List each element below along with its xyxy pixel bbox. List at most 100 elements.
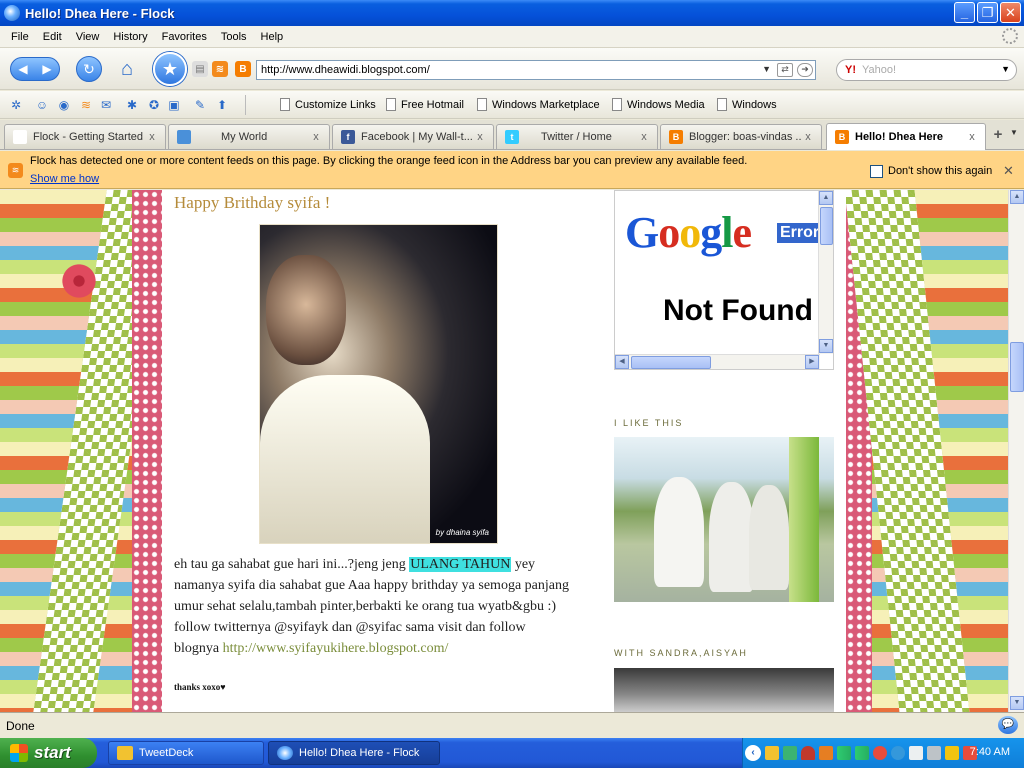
embedded-frame: Google Error Not Found ▲ ▼ ◀ ▶ [614,190,834,370]
tab-hello-dhea-here[interactable]: B Hello! Dhea Here x [826,123,986,150]
scroll-down-icon[interactable]: ▼ [819,339,833,353]
tray-globe-icon[interactable] [891,746,905,760]
bookmark-windows[interactable]: Windows [717,98,777,111]
tray-shield-icon[interactable] [801,746,815,760]
tray-bluetooth-icon[interactable] [819,746,833,760]
people-icon[interactable]: ☺ [34,97,50,113]
address-bar[interactable]: http://www.dheawidi.blogspot.com/ ▼ ⇄ ➜ [256,60,816,80]
blogger-icon[interactable]: B [235,61,251,77]
photo-pillar [789,437,819,602]
tab-close-icon[interactable]: x [473,131,487,143]
frame-hscroll-thumb[interactable] [631,356,711,369]
tab-my-world[interactable]: My World x [168,124,330,149]
mail-icon[interactable]: ✉ [98,97,114,113]
scroll-left-icon[interactable]: ◀ [615,355,629,369]
menu-help[interactable]: Help [254,31,291,43]
dont-show-checkbox[interactable] [870,165,883,178]
tab-close-icon[interactable]: x [637,131,651,143]
pin-icon[interactable]: ✪ [146,97,162,113]
bookmark-customize-links[interactable]: Customize Links [280,98,376,111]
dont-show-label[interactable]: Don't show this again [888,165,992,177]
tab-blogger[interactable]: B Blogger: boas-vindas ... x [660,124,822,149]
tray-signal2-icon[interactable] [855,746,869,760]
close-button[interactable]: ✕ [1000,2,1021,23]
tray-signal-icon[interactable] [837,746,851,760]
menu-favorites[interactable]: Favorites [155,31,214,43]
sidebar-photo-friends [614,437,834,602]
tray-disconnected-icon[interactable] [927,746,941,760]
tab-close-icon[interactable]: x [309,131,323,143]
search-box[interactable]: Y! Yahoo! ▼ [836,59,1017,81]
menu-edit[interactable]: Edit [36,31,69,43]
blog-link[interactable]: http://www.syifayukihere.blogspot.com/ [223,641,449,656]
highlighted-text: ULANG TAHUN [409,557,512,572]
tray-network-icon[interactable] [783,746,797,760]
page-vscroll-thumb[interactable] [1010,342,1024,392]
star-sparkle-icon[interactable]: ✱ [124,97,140,113]
feeds-icon[interactable]: ≋ [78,97,94,113]
chat-bubble-icon[interactable]: 💬 [998,716,1018,734]
go-arrow-icon[interactable]: ➜ [797,63,813,77]
tab-flock-getting-started[interactable]: Flock - Getting Started x [4,124,166,149]
reload-button[interactable]: ↻ [76,56,102,82]
clipboard-icon[interactable]: ▤ [192,61,208,77]
taskbar-item-flock[interactable]: Hello! Dhea Here - Flock [268,741,440,765]
search-placeholder[interactable]: Yahoo! [862,64,896,76]
back-forward-button[interactable]: ◀ ▶ [10,57,60,81]
tray-expand-icon[interactable]: ‹ [745,745,761,761]
feed-message: Flock has detected one or more content f… [30,155,748,167]
blog-page: Happy Brithday syifa ! by dhaina syifa e… [162,190,846,712]
bookmark-windows-media[interactable]: Windows Media [612,98,705,111]
tab-facebook[interactable]: f Facebook | My Wall-t... x [332,124,494,149]
menu-view[interactable]: View [69,31,107,43]
favorites-star-button[interactable]: ★ [153,52,187,86]
start-button[interactable]: start [0,738,97,768]
flock-gear-icon[interactable]: ✲ [8,97,24,113]
menu-tools[interactable]: Tools [214,31,254,43]
tray-antivirus-icon[interactable] [873,746,887,760]
feed-icon[interactable]: ≋ [212,61,228,77]
tray-people-icon[interactable] [909,746,923,760]
new-tab-plus-icon[interactable]: + [990,126,1006,146]
home-button[interactable]: ⌂ [114,56,140,82]
media-icon[interactable]: ◉ [56,97,72,113]
notification-close-icon[interactable]: ✕ [1003,163,1014,179]
web-content: Happy Brithday syifa ! by dhaina syifa e… [0,190,1008,712]
tab-close-icon[interactable]: x [965,131,979,143]
tab-list-dropdown-icon[interactable]: ▼ [1010,128,1018,137]
bookmark-free-hotmail[interactable]: Free Hotmail [386,98,464,111]
tray-clock[interactable]: 7:40 AM [970,746,1010,758]
address-dropdown-icon[interactable]: ▼ [762,64,771,74]
back-arrow-icon[interactable]: ◀ [18,62,27,76]
page-scroll-down-icon[interactable]: ▼ [1010,696,1024,710]
minimize-button[interactable]: _ [954,2,975,23]
forward-arrow-icon[interactable]: ▶ [42,62,51,76]
tab-twitter[interactable]: t Twitter / Home x [496,124,658,149]
post-photo: by dhaina syifa [259,224,498,544]
page-scroll-up-icon[interactable]: ▲ [1010,190,1024,204]
page-icon [477,98,487,111]
url-text[interactable]: http://www.dheawidi.blogspot.com/ [261,64,430,76]
scroll-right-icon[interactable]: ▶ [805,355,819,369]
menu-file[interactable]: File [4,31,36,43]
tab-close-icon[interactable]: x [145,131,159,143]
scroll-up-icon[interactable]: ▲ [819,191,833,205]
upload-icon[interactable]: ⬆ [214,97,230,113]
clipboard-small-icon[interactable]: ▣ [166,97,182,113]
frame-vertical-scrollbar[interactable]: ▲ ▼ [818,191,833,354]
search-dropdown-icon[interactable]: ▼ [1001,64,1010,74]
show-me-how-link[interactable]: Show me how [30,173,99,185]
frame-horizontal-scrollbar[interactable]: ◀ ▶ [615,354,820,369]
post-title[interactable]: Happy Brithday syifa ! [174,193,330,213]
rss-go-icon[interactable]: ⇄ [777,63,793,77]
blog-pen-icon[interactable]: ✎ [192,97,208,113]
tab-close-icon[interactable]: x [801,131,815,143]
taskbar-item-tweetdeck[interactable]: TweetDeck [108,741,264,765]
tray-folder-icon[interactable] [765,746,779,760]
page-vertical-scrollbar[interactable]: ▲ ▼ [1008,190,1024,712]
bookmark-windows-marketplace[interactable]: Windows Marketplace [477,98,600,111]
frame-vscroll-thumb[interactable] [820,207,833,245]
maximize-button[interactable]: ❐ [977,2,998,23]
tray-volume-icon[interactable] [945,746,959,760]
menu-history[interactable]: History [106,31,154,43]
